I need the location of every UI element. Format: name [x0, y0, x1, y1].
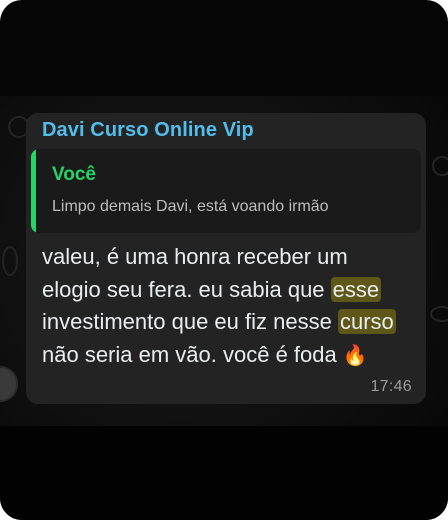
message-bubble[interactable]: Davi Curso Online Vip Você Limpo demais …	[26, 113, 426, 404]
wallpaper-doodle	[430, 306, 448, 322]
message-text-part: valeu, é uma honra receber um elogio seu…	[42, 244, 348, 302]
search-highlight: esse	[330, 276, 382, 302]
message-text-part: investimento que eu fiz nesse	[42, 309, 338, 334]
quote-text: Limpo demais Davi, está voando irmão	[52, 198, 329, 215]
search-highlight: curso	[337, 309, 396, 334]
message-text-part: não seria em vão. você é foda	[42, 341, 343, 367]
quoted-reply[interactable]: Você Limpo demais Davi, está voando irmã…	[31, 149, 421, 233]
quote-author: Você	[52, 164, 97, 185]
message-timestamp: 17:46	[370, 378, 412, 395]
quote-accent-bar	[31, 149, 36, 233]
wallpaper-doodle	[2, 246, 18, 276]
bottom-black-area	[0, 426, 448, 520]
fire-emoji-icon: 🔥	[342, 344, 368, 367]
screenshot-frame: Davi Curso Online Vip Você Limpo demais …	[0, 0, 448, 520]
message-text: valeu, é uma honra receber um elogio seu…	[42, 241, 412, 372]
sender-name[interactable]: Davi Curso Online Vip	[42, 119, 254, 142]
wallpaper-doodle	[432, 156, 448, 176]
